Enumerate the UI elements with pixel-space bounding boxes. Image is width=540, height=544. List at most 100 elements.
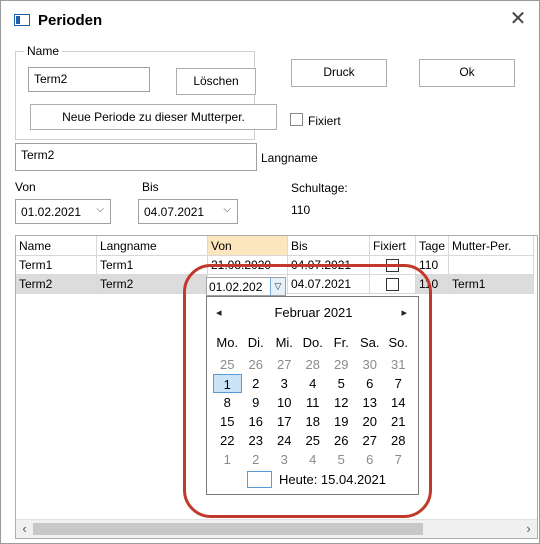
calendar-day[interactable]: 12 bbox=[327, 393, 356, 412]
calendar-day[interactable]: 2 bbox=[242, 374, 271, 393]
cell-fixed[interactable] bbox=[369, 255, 416, 275]
cell-longname[interactable]: Term1 bbox=[96, 255, 208, 275]
date-cell-editor-value[interactable]: 01.02.202 bbox=[209, 280, 262, 294]
longname-label: Langname bbox=[261, 151, 318, 165]
cell-to[interactable]: 04.07.2021 bbox=[287, 255, 370, 275]
calendar-day[interactable]: 5 bbox=[327, 450, 356, 469]
cell-longname[interactable]: Term2 bbox=[96, 274, 208, 294]
cell-fixed[interactable] bbox=[369, 274, 416, 294]
calendar-day[interactable]: 20 bbox=[356, 412, 385, 431]
calendar-day[interactable]: 30 bbox=[356, 355, 385, 374]
calendar-day[interactable]: 13 bbox=[356, 393, 385, 412]
print-button[interactable]: Druck bbox=[291, 59, 387, 87]
calendar-day[interactable]: 11 bbox=[299, 393, 328, 412]
calendar-day[interactable]: 31 bbox=[384, 355, 413, 374]
calendar-day[interactable]: 24 bbox=[270, 431, 299, 450]
column-header[interactable]: Name bbox=[16, 236, 97, 256]
column-header[interactable]: Mutter-Per. bbox=[448, 236, 535, 256]
calendar-day[interactable]: 28 bbox=[384, 431, 413, 450]
cell-parent[interactable] bbox=[448, 255, 535, 275]
calendar-day[interactable]: 1 bbox=[213, 450, 242, 469]
weekday-label: Mi. bbox=[275, 335, 293, 350]
calendar-day[interactable]: 4 bbox=[299, 450, 328, 469]
table-row[interactable]: Term1 Term1 21.08.2020 04.07.2021 110 bbox=[16, 255, 535, 275]
chevron-down-icon[interactable]: ▽ bbox=[270, 278, 285, 295]
column-header[interactable]: Tage bbox=[415, 236, 450, 256]
calendar-day[interactable]: 22 bbox=[213, 431, 242, 450]
delete-button[interactable]: Löschen bbox=[176, 68, 256, 95]
cell-days[interactable]: 110 bbox=[415, 274, 450, 294]
calendar-day[interactable]: 14 bbox=[384, 393, 413, 412]
weekday-header: Mo. Di. Mi. Do. Fr. Sa. So. bbox=[213, 335, 413, 350]
calendar-day[interactable]: 25 bbox=[299, 431, 328, 450]
close-button[interactable]: ✕ bbox=[505, 7, 531, 31]
perioden-dialog: Perioden ✕ Name Term2 Löschen Neue Perio… bbox=[0, 0, 540, 544]
calendar-day[interactable]: 2 bbox=[242, 450, 271, 469]
column-header-selected[interactable]: Von bbox=[207, 236, 288, 256]
calendar-day[interactable]: 19 bbox=[327, 412, 356, 431]
calendar-day[interactable]: 8 bbox=[213, 393, 242, 412]
fixed-cell-checkbox[interactable] bbox=[386, 278, 399, 292]
scrollbar-thumb[interactable] bbox=[33, 523, 423, 535]
today-label[interactable]: Heute: 15.04.2021 bbox=[279, 472, 386, 487]
calendar-day[interactable]: 27 bbox=[270, 355, 299, 374]
scroll-left-icon[interactable]: ‹ bbox=[16, 521, 33, 536]
cell-to[interactable]: 04.07.2021 bbox=[287, 274, 370, 294]
ok-button[interactable]: Ok bbox=[419, 59, 515, 87]
cell-days[interactable]: 110 bbox=[415, 255, 450, 275]
weekday-label: Di. bbox=[247, 335, 264, 350]
scroll-right-icon[interactable]: › bbox=[520, 521, 537, 536]
calendar-day[interactable]: 21 bbox=[384, 412, 413, 431]
calendar-day[interactable]: 6 bbox=[356, 450, 385, 469]
chevron-down-icon: ⌵ bbox=[96, 204, 104, 215]
cell-parent[interactable]: Term1 bbox=[448, 274, 535, 294]
calendar-day[interactable]: 26 bbox=[327, 431, 356, 450]
calendar-day[interactable]: 3 bbox=[270, 374, 299, 393]
cell-name[interactable]: Term1 bbox=[16, 255, 97, 275]
calendar-day[interactable]: 28 bbox=[299, 355, 328, 374]
column-header[interactable]: Bis bbox=[287, 236, 370, 256]
new-period-button[interactable]: Neue Periode zu dieser Mutterper. bbox=[30, 104, 277, 130]
calendar-day[interactable]: 7 bbox=[384, 374, 413, 393]
calendar-day[interactable]: 15 bbox=[213, 412, 242, 431]
window-title: Perioden bbox=[38, 12, 103, 29]
longname-input[interactable]: Term2 bbox=[15, 143, 257, 171]
fixed-cell-checkbox[interactable] bbox=[386, 259, 399, 273]
calendar-day[interactable]: 26 bbox=[242, 355, 271, 374]
horizontal-scrollbar[interactable]: ‹ › bbox=[16, 519, 537, 538]
calendar-day[interactable]: 17 bbox=[270, 412, 299, 431]
calendar-day[interactable]: 29 bbox=[327, 355, 356, 374]
chevron-down-icon: ⌵ bbox=[223, 204, 231, 215]
cell-name[interactable]: Term2 bbox=[16, 274, 97, 294]
cell-from[interactable]: 21.08.2020 bbox=[207, 255, 288, 275]
calendar-day[interactable]: 25 bbox=[213, 355, 242, 374]
calendar-day[interactable]: 10 bbox=[270, 393, 299, 412]
fixed-checkbox[interactable] bbox=[290, 113, 303, 126]
calendar-day[interactable]: 6 bbox=[356, 374, 385, 393]
calendar-day[interactable]: 4 bbox=[299, 374, 328, 393]
calendar-day[interactable]: 5 bbox=[327, 374, 356, 393]
calendar-day[interactable]: 27 bbox=[356, 431, 385, 450]
calendar-day[interactable]: 18 bbox=[299, 412, 328, 431]
calendar-day-selected[interactable]: 1 bbox=[213, 374, 242, 393]
column-header[interactable]: Fixiert bbox=[369, 236, 416, 256]
calendar-day[interactable]: 9 bbox=[242, 393, 271, 412]
calendar-day[interactable]: 7 bbox=[384, 450, 413, 469]
from-label: Von bbox=[15, 180, 36, 194]
weekday-label: Fr. bbox=[333, 335, 349, 350]
calendar-week: 25 26 27 28 29 30 31 bbox=[213, 355, 413, 374]
column-header[interactable]: Langname bbox=[96, 236, 208, 256]
date-cell-editor[interactable]: 01.02.202 ▽ bbox=[206, 277, 286, 296]
next-month-icon[interactable]: ▸ bbox=[401, 306, 407, 319]
calendar-day[interactable]: 3 bbox=[270, 450, 299, 469]
calendar-day[interactable]: 16 bbox=[242, 412, 271, 431]
calendar-day[interactable]: 23 bbox=[242, 431, 271, 450]
today-marker-icon bbox=[247, 471, 272, 488]
title-bar: Perioden ✕ bbox=[1, 1, 539, 37]
calendar-month-label[interactable]: Februar 2021 bbox=[207, 305, 420, 320]
calendar-week: 1 2 3 4 5 6 7 bbox=[213, 450, 413, 469]
to-date-select[interactable]: 04.07.2021 ⌵ bbox=[138, 199, 238, 224]
calendar-popup: ◂ Februar 2021 ▸ Mo. Di. Mi. Do. Fr. Sa.… bbox=[206, 296, 419, 495]
from-date-select[interactable]: 01.02.2021 ⌵ bbox=[15, 199, 111, 224]
name-input[interactable]: Term2 bbox=[28, 67, 150, 92]
